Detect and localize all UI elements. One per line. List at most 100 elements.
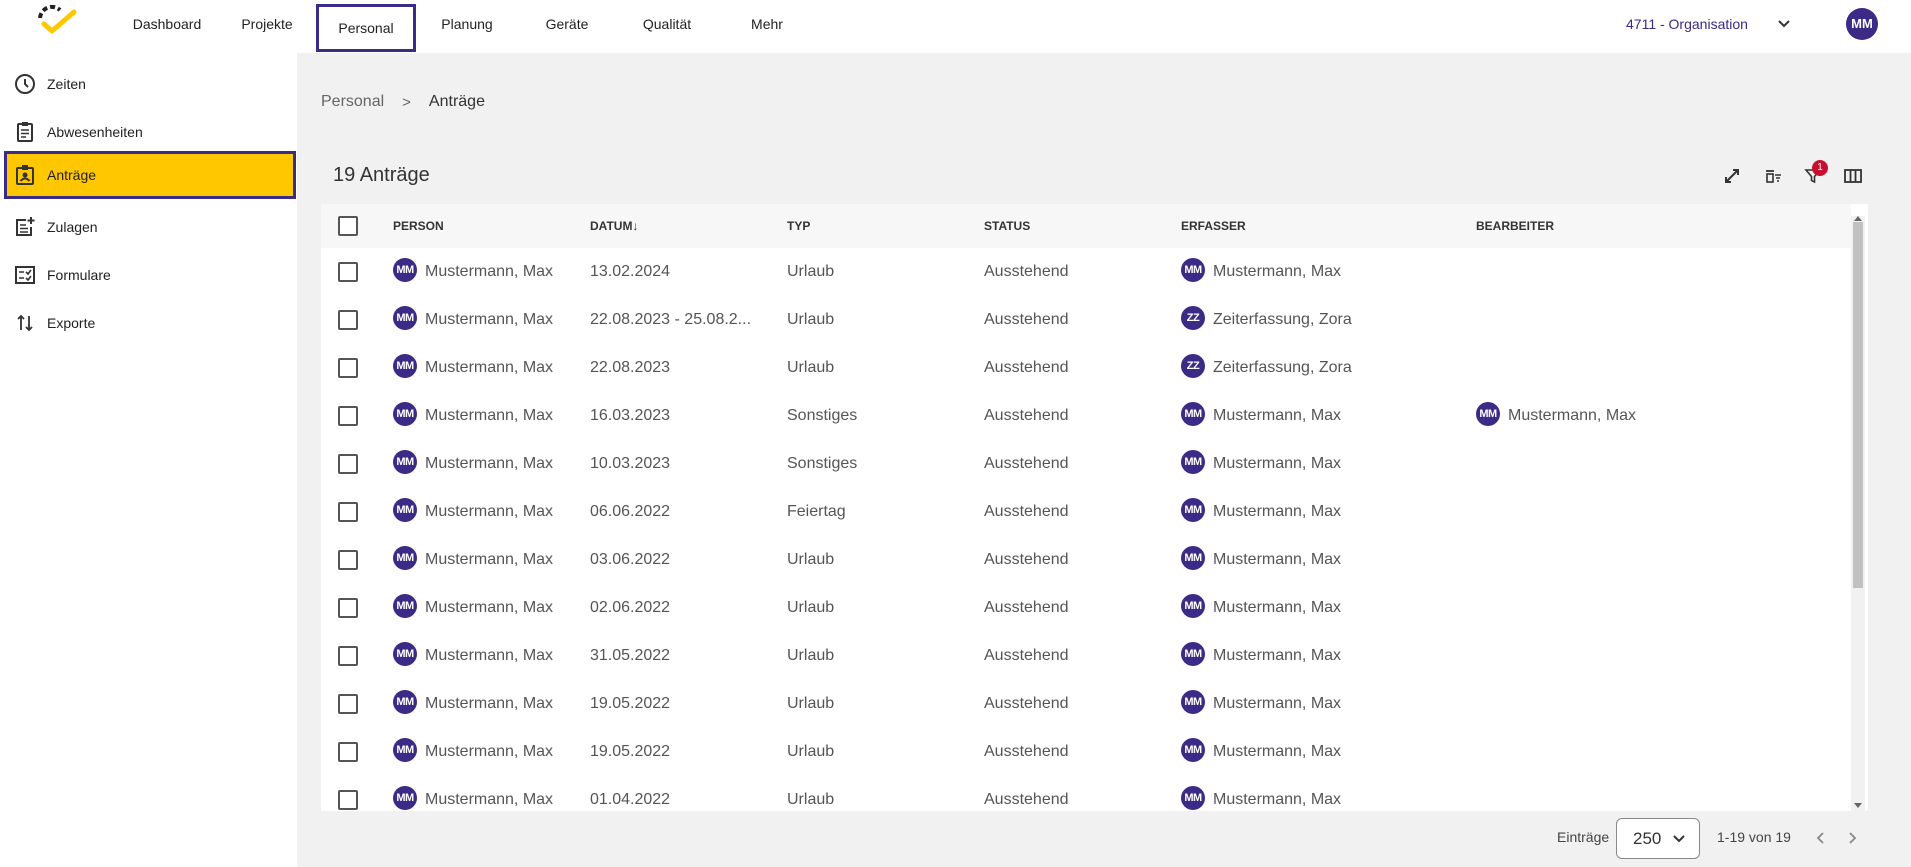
cell-status: Ausstehend [984,296,1069,344]
previous-page-button[interactable] [1811,827,1831,849]
nav-dashboard[interactable]: Dashboard [128,0,206,48]
chevron-down-icon[interactable] [1774,14,1794,34]
table-row[interactable]: MM Mustermann, Max 19.05.2022 Urlaub Aussteh… [321,680,1851,728]
nav-personal[interactable]: Personal [316,4,416,52]
cell-status: Ausstehend [984,392,1069,440]
table-scrollbar[interactable] [1851,216,1865,811]
scroll-thumb[interactable] [1853,222,1863,588]
cell-typ-text: Sonstiges [787,455,858,472]
organisation-selector[interactable]: 4711 - Organisation [1626,0,1748,48]
scroll-down-arrow[interactable] [1854,803,1862,808]
fullscreen-icon[interactable] [1722,166,1742,186]
sidebar-item-abwesenheiten[interactable]: Abwesenheiten [4,109,296,155]
cell-erfasser: ZZ Zeiterfassung, Zora [1181,296,1352,344]
cell-typ-text: Urlaub [787,311,835,328]
page-size-select[interactable]: 250 [1616,818,1700,859]
cell-datum-text: 19.05.2022 [590,695,671,712]
cell-datum-text: 06.06.2022 [590,503,671,520]
cell-datum: 22.08.2023 [590,344,670,392]
table-row[interactable]: MM Mustermann, Max 06.06.2022 Feiertag Ausst… [321,488,1851,536]
table-row[interactable]: MM Mustermann, Max 10.03.2023 Sonstiges Auss… [321,440,1851,488]
row-checkbox[interactable] [338,454,358,474]
column-header-typ[interactable]: TYP [787,204,810,248]
cell-erfasser: MM Mustermann, Max [1181,584,1341,632]
nav-projekte[interactable]: Projekte [234,0,300,48]
cell-datum-text: 13.02.2024 [590,263,671,280]
cell-datum: 01.04.2022 [590,776,670,811]
row-checkbox[interactable] [338,262,358,282]
column-header-erfasser[interactable]: ERFASSER [1181,204,1246,248]
table-row[interactable]: MM Mustermann, Max 31.05.2022 Urlaub Aussteh… [321,632,1851,680]
table-row[interactable]: MM Mustermann, Max 22.08.2023 - 25.08.2...… [321,296,1851,344]
sidebar-item-zeiten[interactable]: Zeiten [4,61,296,107]
select-all-checkbox[interactable] [338,216,358,236]
sidebar-item-label: Anträge [47,167,97,183]
table-row[interactable]: MM Mustermann, Max 03.06.2022 Urlaub Aussteh… [321,536,1851,584]
cell-person: MM Mustermann, Max [393,488,553,536]
sidebar-item-formulare[interactable]: Formulare [4,252,296,298]
avatar: MM [1181,689,1205,714]
table-row[interactable]: MM Mustermann, Max 13.02.2024 Urlaub Aussteh… [321,248,1851,296]
column-header-status[interactable]: STATUS [984,204,1030,248]
cell-erfasser: MM Mustermann, Max [1181,632,1341,680]
column-header-person[interactable]: PERSON [393,204,444,248]
pagination-range: 1-19 von 19 [1717,829,1791,845]
cell-person: MM Mustermann, Max [393,296,553,344]
cell-erfasser: MM Mustermann, Max [1181,536,1341,584]
cell-person-text: Mustermann, Max [425,263,554,280]
nav-mehr[interactable]: Mehr [736,0,798,48]
row-checkbox[interactable] [338,358,358,378]
row-checkbox[interactable] [338,694,358,714]
table-row[interactable]: MM Mustermann, Max 02.06.2022 Urlaub Aussteh… [321,584,1851,632]
cell-erfasser-text: Mustermann, Max [1213,407,1342,424]
breadcrumb-current: Anträge [428,93,485,110]
column-header-bearbeiter[interactable]: BEARBEITER [1476,204,1554,248]
scroll-up-arrow[interactable] [1854,216,1862,221]
row-checkbox[interactable] [338,550,358,570]
breadcrumb-parent[interactable]: Personal [321,93,384,111]
row-checkbox[interactable] [338,598,358,618]
density-icon[interactable] [1763,166,1783,186]
table-header: PERSON DATUM↓ TYP STATUS ERFASSER BEARBE… [321,204,1851,248]
avatar: MM [1181,641,1205,666]
next-page-button[interactable] [1842,827,1862,849]
row-checkbox[interactable] [338,646,358,666]
table-row[interactable]: MM Mustermann, Max 16.03.2023 Sonstiges Auss… [321,392,1851,440]
cell-typ: Urlaub [787,728,834,776]
row-checkbox[interactable] [338,790,358,810]
cell-status-text: Ausstehend [984,311,1069,328]
column-header-datum[interactable]: DATUM↓ [590,204,638,248]
cell-status-text: Ausstehend [984,791,1069,808]
nav-qualitaet[interactable]: Qualität [630,0,704,48]
badge-icon [16,165,34,185]
nav-geraete[interactable]: Geräte [534,0,600,48]
cell-status-text: Ausstehend [984,599,1069,616]
user-avatar[interactable]: MM [1846,8,1878,40]
sidebar-item-zulagen[interactable]: Zulagen [4,204,296,250]
row-checkbox[interactable] [338,406,358,426]
table-row[interactable]: MM Mustermann, Max 22.08.2023 Urlaub Aussteh… [321,344,1851,392]
avatar: MM [1181,257,1205,282]
row-checkbox[interactable] [338,742,358,762]
nav-planung[interactable]: Planung [432,0,502,48]
cell-datum: 19.05.2022 [590,728,670,776]
avatar: MM [1181,785,1205,810]
sidebar-item-exporte[interactable]: Exporte [4,300,296,346]
cell-datum: 06.06.2022 [590,488,670,536]
cell-bearbeiter-text: Mustermann, Max [1508,407,1637,424]
app-logo-icon[interactable] [34,4,78,38]
cell-datum: 13.02.2024 [590,248,670,296]
columns-icon[interactable] [1843,166,1863,186]
table-row[interactable]: MM Mustermann, Max 19.05.2022 Urlaub Aussteh… [321,728,1851,776]
cell-status: Ausstehend [984,584,1069,632]
row-checkbox[interactable] [338,502,358,522]
table-row[interactable]: MM Mustermann, Max 01.04.2022 Urlaub Aussteh… [321,776,1851,811]
cell-datum: 19.05.2022 [590,680,670,728]
sidebar-item-label: Formulare [47,267,111,283]
page-size-label: Einträge [1557,829,1610,845]
cell-typ-text: Urlaub [787,263,835,280]
sidebar-item-antraege[interactable]: Anträge [4,151,296,199]
row-checkbox[interactable] [338,310,358,330]
avatar: MM [393,689,417,714]
cell-erfasser-text: Zeiterfassung, Zora [1213,311,1352,328]
